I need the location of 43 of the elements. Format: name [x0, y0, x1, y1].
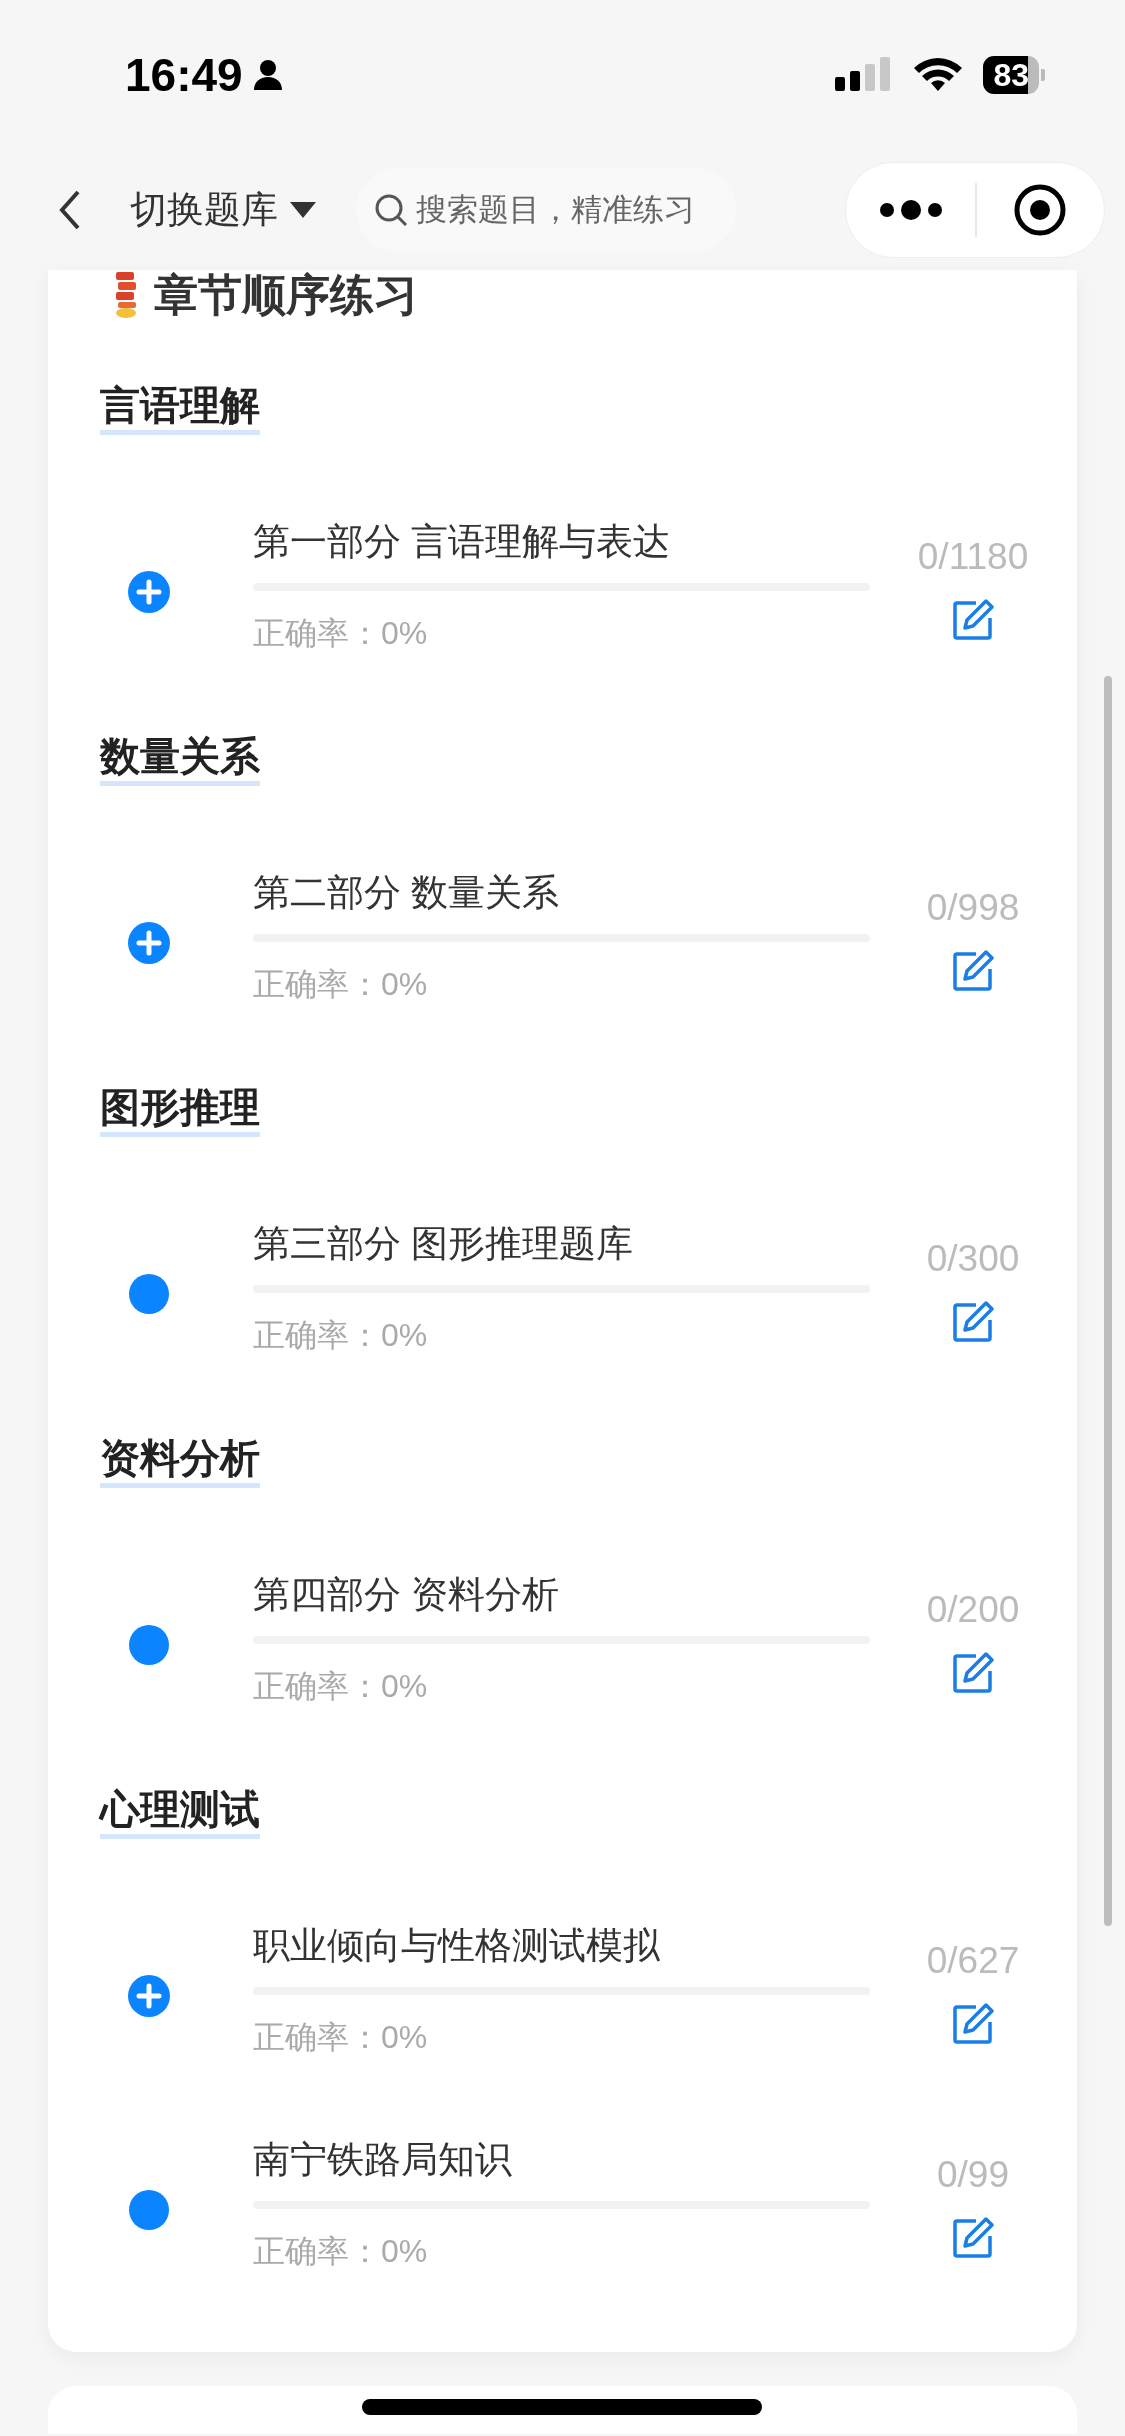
- chevron-left-icon: [59, 190, 81, 230]
- expand-icon[interactable]: [128, 571, 170, 613]
- edit-button[interactable]: [952, 2003, 994, 2045]
- section-heading: 言语理解: [100, 379, 260, 435]
- edit-button[interactable]: [952, 1301, 994, 1343]
- item-title[interactable]: 南宁铁路局知识: [253, 2135, 870, 2185]
- target-icon: [1013, 183, 1068, 237]
- accuracy-text: 正确率：0%: [253, 614, 429, 653]
- edit-button[interactable]: [952, 950, 994, 992]
- more-icon: [878, 200, 943, 220]
- accuracy-text: 正确率：0%: [253, 965, 429, 1004]
- card-title: 章节顺序练习: [154, 269, 418, 321]
- item-title[interactable]: 第二部分 数量关系: [253, 868, 870, 918]
- accuracy-text: 正确率：0%: [253, 2232, 429, 2271]
- progress-count: 0/300: [926, 1237, 1020, 1281]
- accuracy-text: 正确率：0%: [253, 1667, 429, 1706]
- wifi-icon: [913, 57, 964, 93]
- caret-icon: [290, 202, 316, 218]
- accuracy-text: 正确率：0%: [253, 2018, 429, 2057]
- section-heading: 资料分析: [100, 1432, 260, 1488]
- item-title[interactable]: 第三部分 图形推理题库: [253, 1219, 870, 1269]
- edit-button[interactable]: [952, 1652, 994, 1694]
- edit-button[interactable]: [952, 2217, 994, 2259]
- person-icon: [252, 59, 283, 91]
- item-title[interactable]: 第四部分 资料分析: [253, 1570, 870, 1620]
- progress-count: 0/200: [926, 1588, 1020, 1632]
- item-title[interactable]: 职业倾向与性格测试模拟: [253, 1921, 870, 1971]
- edit-button[interactable]: [952, 599, 994, 641]
- battery-level: 83: [983, 56, 1039, 94]
- progress-count: 0/998: [926, 886, 1020, 930]
- accuracy-text: 正确率：0%: [253, 1316, 429, 1355]
- status-time: 16:49: [125, 47, 243, 103]
- progress-count: 0/1180: [917, 535, 1029, 579]
- section-heading: 数量关系: [100, 730, 260, 786]
- search-icon: [374, 193, 408, 227]
- section-heading: 心理测试: [100, 1783, 260, 1839]
- expand-icon[interactable]: [128, 1975, 170, 2017]
- section-heading: 图形推理: [100, 1081, 260, 1137]
- progress-count: 0/99: [937, 2153, 1009, 2197]
- switch-bank-dropdown[interactable]: 切换题库: [130, 182, 316, 238]
- expand-icon[interactable]: [128, 922, 170, 964]
- progress-count: 0/627: [926, 1939, 1020, 1983]
- item-title[interactable]: 第一部分 言语理解与表达: [253, 517, 870, 567]
